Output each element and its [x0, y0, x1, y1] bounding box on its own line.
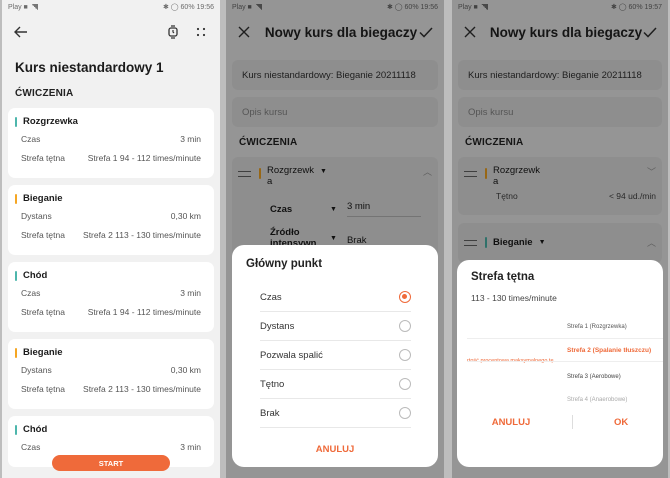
exercise-param-row: Dystans 0,30 km: [21, 211, 201, 221]
exercise-color-bar: [15, 347, 17, 358]
cancel-button[interactable]: ANULUJ: [492, 417, 531, 428]
watch-sync-icon[interactable]: [164, 23, 182, 41]
exercise-color-bar: [15, 193, 17, 204]
exercise-param-row: Dystans 0,30 km: [21, 365, 201, 375]
radio-button[interactable]: [399, 320, 411, 332]
more-options-icon[interactable]: [192, 23, 210, 41]
screen-new-course-hr-zone: Play ■ ✱ ◯ 60% 19:57 Nowy kurs dla biega…: [452, 0, 668, 478]
section-heading: ĆWICZENIA: [15, 88, 74, 99]
exercise-name: Bieganie: [15, 193, 207, 204]
radio-button[interactable]: [399, 291, 411, 303]
zone-picker-item[interactable]: Strefa 4 (Anaerobowe): [567, 397, 627, 403]
radio-button[interactable]: [399, 378, 411, 390]
exercise-name: Chód: [15, 270, 207, 281]
zone-picker-item[interactable]: Strefa 3 (Aerobowe): [567, 374, 621, 380]
exercise-param-row: Strefa tętna Strefa 2 113 - 130 times/min…: [21, 384, 201, 394]
main-point-option[interactable]: Tętno: [260, 370, 411, 399]
zone-picker[interactable]: rtość procentowa maksymalnego tę Strefa …: [467, 317, 663, 407]
exercise-card[interactable]: Bieganie Dystans 0,30 km Strefa tętna Strefa…: [8, 339, 214, 409]
exercise-color-bar: [15, 270, 17, 281]
exercise-param-row: Czas 3 min: [21, 288, 201, 298]
picker-selection-lines: [467, 338, 663, 362]
exercise-card[interactable]: Chód Czas 3 min Strefa tętna Strefa 1 94 - 1…: [8, 262, 214, 332]
ok-button[interactable]: OK: [614, 417, 628, 428]
divider: [571, 415, 573, 429]
exercise-card[interactable]: Rozgrzewka Czas 3 min Strefa tętna Strefa 1 …: [8, 108, 214, 178]
exercise-name: Bieganie: [15, 347, 207, 358]
exercise-color-bar: [15, 116, 17, 127]
exercise-card[interactable]: Bieganie Dystans 0,30 km Strefa tętna Strefa…: [8, 185, 214, 255]
exercise-param-row: Strefa tętna Strefa 2 113 - 130 times/min…: [21, 230, 201, 240]
dialog-title: Główny punkt: [246, 258, 323, 270]
screen-new-course-main-point: Play ■ ✱ ◯ 60% 19:56 Nowy kurs dla biega…: [226, 0, 444, 478]
dialog-subtitle: 113 - 130 times/minute: [471, 293, 557, 303]
status-bar: Play ■ ✱ ◯ 60% 19:56: [8, 3, 214, 12]
radio-button[interactable]: [399, 349, 411, 361]
exercise-param-row: Czas 3 min: [21, 134, 201, 144]
screen-course-details: Play ■ ✱ ◯ 60% 19:56 Kurs niestandardowy…: [2, 0, 220, 478]
main-point-option[interactable]: Pozwala spalić: [260, 341, 411, 370]
zone-picker-item[interactable]: Strefa 1 (Rozgrzewka): [567, 324, 627, 330]
exercise-list: Rozgrzewka Czas 3 min Strefa tętna Strefa 1 …: [2, 108, 220, 467]
exercise-name: Chód: [15, 424, 207, 435]
exercise-param-row: Czas 3 min: [21, 442, 201, 452]
page-title: Kurs niestandardowy 1: [15, 60, 164, 75]
dialog-title: Strefa tętna: [471, 271, 535, 283]
main-point-option[interactable]: Brak: [260, 399, 411, 428]
exercise-name: Rozgrzewka: [15, 116, 207, 127]
option-list: Czas Dystans Pozwala spalić Tętno Brak: [246, 283, 424, 428]
hr-zone-dialog: Strefa tętna 113 - 130 times/minute rtoś…: [457, 260, 663, 467]
main-point-dialog: Główny punkt Czas Dystans Pozwala spalić Tę…: [232, 245, 438, 467]
exercise-color-bar: [15, 424, 17, 435]
radio-button[interactable]: [399, 407, 411, 419]
main-point-option[interactable]: Czas: [260, 283, 411, 312]
exercise-param-row: Strefa tętna Strefa 1 94 - 112 times/minu…: [21, 307, 201, 317]
exercise-param-row: Strefa tętna Strefa 1 94 - 112 times/minu…: [21, 153, 201, 163]
cancel-button[interactable]: ANULUJ: [246, 444, 424, 455]
app-bar: [2, 14, 220, 50]
back-arrow-icon[interactable]: [12, 23, 30, 41]
start-button[interactable]: START: [52, 455, 170, 471]
main-point-option[interactable]: Dystans: [260, 312, 411, 341]
